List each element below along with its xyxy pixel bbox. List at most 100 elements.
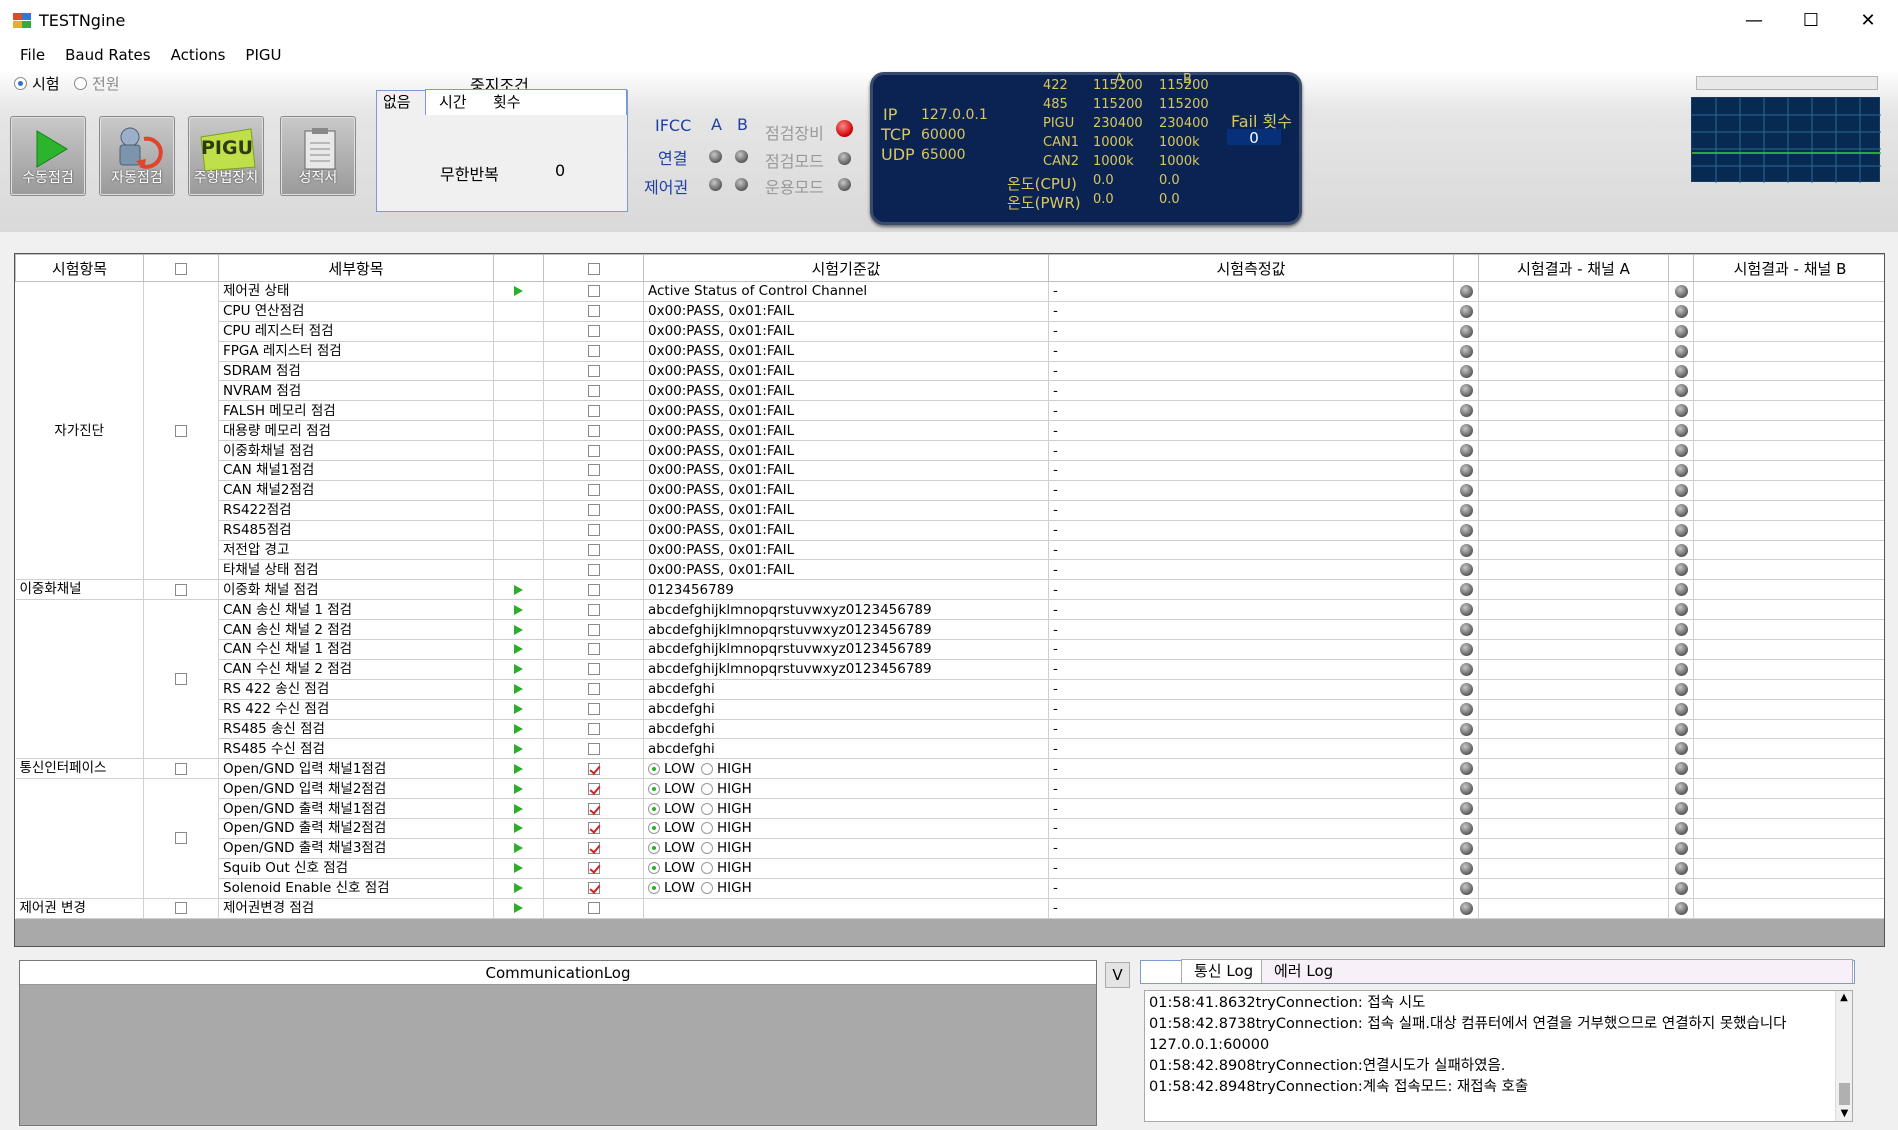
table-row[interactable]: Open/GND 입력 채널2점검 LOW HIGH - — [15, 778, 1884, 899]
detail-checkbox[interactable] — [587, 683, 600, 696]
detail-item-cell[interactable]: 저전압 경고 — [218, 540, 494, 561]
detail-checkbox[interactable] — [587, 742, 600, 755]
table-row[interactable]: Squib Out 신호 점검 LOW HIGH - — [16, 858, 1884, 879]
detail-item-cell[interactable]: CAN 채널2점검 — [218, 480, 494, 501]
run-test-icon[interactable] — [514, 624, 523, 635]
menu-actions[interactable]: Actions — [161, 46, 236, 64]
header-detail-item[interactable]: 세부항목 — [218, 254, 494, 282]
table-row[interactable]: 통신인터페이스 Open/GND 입력 채널1점검 LOW HIGH - — [15, 758, 1884, 780]
run-test-icon[interactable] — [514, 843, 523, 854]
table-row[interactable]: 저전압 경고 0x00:PASS, 0x01:FAIL - — [16, 540, 1884, 561]
detail-item-cell[interactable]: FALSH 메모리 점검 — [218, 400, 494, 422]
table-row[interactable]: NVRAM 점검 0x00:PASS, 0x01:FAIL - — [16, 380, 1884, 402]
auto-check-button[interactable]: 자동점검 — [99, 116, 175, 196]
scroll-up-icon[interactable]: ▲ — [1836, 991, 1852, 1005]
close-button[interactable]: ✕ — [1840, 0, 1896, 40]
run-test-icon[interactable] — [514, 684, 523, 695]
run-test-icon[interactable] — [514, 823, 523, 834]
detail-checkbox[interactable] — [587, 723, 600, 736]
run-test-icon[interactable] — [514, 724, 523, 735]
detail-checkbox[interactable] — [587, 504, 600, 517]
detail-item-cell[interactable]: 이중화채널 점검 — [218, 440, 494, 462]
table-row[interactable]: 대용량 메모리 점검 0x00:PASS, 0x01:FAIL - — [16, 420, 1884, 442]
test-item-checkbox[interactable] — [175, 583, 187, 596]
table-row[interactable]: 이중화채널 이중화 채널 점검 0123456789- — [15, 579, 1884, 601]
detail-checkbox[interactable] — [587, 842, 600, 855]
detail-checkbox[interactable] — [587, 762, 600, 775]
manual-check-button[interactable]: 수동점검 — [10, 116, 86, 196]
detail-item-cell[interactable]: 이중화 채널 점검 — [218, 579, 494, 601]
detail-item-cell[interactable]: 제어권 상태 — [218, 281, 494, 302]
report-button[interactable]: 성적서 — [280, 116, 356, 196]
menu-pigu[interactable]: PIGU — [235, 46, 291, 64]
detail-item-cell[interactable]: Open/GND 입력 채널2점검 — [218, 778, 494, 800]
detail-item-cell[interactable]: Solenoid Enable 신호 점검 — [218, 878, 494, 899]
high-radio[interactable] — [701, 782, 714, 795]
low-radio[interactable] — [648, 782, 660, 795]
test-item-cell[interactable] — [15, 778, 144, 899]
detail-item-cell[interactable]: 제어권변경 점검 — [218, 898, 494, 919]
run-test-icon[interactable] — [514, 286, 523, 297]
table-row[interactable]: Open/GND 출력 채널1점검 LOW HIGH - — [16, 798, 1884, 820]
header-result-a[interactable]: 시험결과 - 채널 A — [1478, 254, 1669, 282]
table-row[interactable]: RS 422 수신 점검 abcdefghi - — [16, 699, 1884, 720]
table-row[interactable]: RS422점검 0x00:PASS, 0x01:FAIL - — [16, 500, 1884, 521]
header-test-item[interactable]: 시험항목 — [15, 254, 144, 282]
run-test-icon[interactable] — [514, 704, 523, 715]
detail-item-cell[interactable]: RS485 수신 점검 — [218, 738, 494, 760]
detail-item-cell[interactable]: SDRAM 점검 — [218, 361, 494, 382]
low-radio[interactable] — [648, 822, 660, 835]
detail-item-cell[interactable]: CPU 레지스터 점검 — [218, 321, 494, 342]
pigu-button[interactable]: PIGU 주항법장치 — [188, 116, 264, 196]
test-item-checkbox[interactable] — [175, 902, 187, 915]
detail-checkbox[interactable] — [587, 365, 600, 377]
table-row[interactable]: Solenoid Enable 신호 점검 LOW HIGH - — [16, 878, 1884, 899]
run-test-icon[interactable] — [514, 664, 523, 675]
header-standard-value[interactable]: 시험기준값 — [643, 254, 1049, 282]
table-row[interactable]: CAN 송신 채널 1 점검 abcdefghijklmnopqrstuvwxyz… — [15, 599, 1884, 760]
run-test-icon[interactable] — [514, 743, 523, 754]
detail-checkbox[interactable] — [587, 345, 600, 358]
test-item-checkbox[interactable] — [175, 424, 187, 437]
mode-power-radio[interactable]: 전원 — [74, 73, 120, 94]
table-row[interactable]: Open/GND 출력 채널3점검 LOW HIGH - — [16, 838, 1884, 859]
detail-item-cell[interactable]: RS422점검 — [218, 500, 494, 521]
stop-tab-none[interactable]: 없음 — [383, 91, 411, 112]
detail-checkbox[interactable] — [587, 643, 600, 656]
log-scrollbar[interactable]: ▲ ▼ — [1835, 991, 1852, 1121]
detail-checkbox[interactable] — [587, 623, 600, 636]
run-test-icon[interactable] — [514, 763, 523, 774]
menu-file[interactable]: File — [10, 46, 55, 64]
table-row[interactable]: Open/GND 출력 채널2점검 LOW HIGH - — [16, 818, 1884, 839]
detail-item-cell[interactable]: 대용량 메모리 점검 — [218, 420, 494, 442]
detail-checkbox[interactable] — [587, 285, 600, 298]
detail-checkbox[interactable] — [587, 603, 600, 616]
detail-item-cell[interactable]: Open/GND 출력 채널1점검 — [218, 798, 494, 820]
select-all-checkbox[interactable] — [175, 262, 187, 275]
detail-item-cell[interactable]: RS 422 송신 점검 — [218, 679, 494, 700]
table-row[interactable]: CAN 수신 채널 1 점검 abcdefghijklmnopqrstuvwxyz… — [16, 639, 1884, 660]
maximize-button[interactable]: ☐ — [1783, 0, 1839, 40]
detail-checkbox[interactable] — [587, 802, 600, 815]
tab-comm-log[interactable]: 통신 Log — [1181, 959, 1267, 983]
stop-tab-time[interactable]: 시간 — [439, 91, 467, 112]
detail-checkbox[interactable] — [587, 882, 600, 895]
table-row[interactable]: RS485 송신 점검 abcdefghi - — [16, 719, 1884, 740]
detail-item-cell[interactable]: CPU 연산점검 — [218, 301, 494, 322]
high-radio[interactable] — [701, 842, 714, 855]
detail-checkbox[interactable] — [587, 325, 600, 338]
detail-checkbox[interactable] — [587, 663, 600, 676]
table-row[interactable]: 제어권 변경 제어권변경 점검 - — [15, 898, 1884, 919]
table-row[interactable]: FPGA 레지스터 점검 0x00:PASS, 0x01:FAIL - — [16, 341, 1884, 362]
detail-item-cell[interactable]: RS 422 수신 점검 — [218, 699, 494, 720]
detail-item-cell[interactable]: NVRAM 점검 — [218, 380, 494, 402]
detail-checkbox[interactable] — [587, 384, 600, 397]
run-test-icon[interactable] — [514, 644, 523, 655]
table-row[interactable]: 타채널 상태 점검 0x00:PASS, 0x01:FAIL - — [16, 559, 1884, 581]
tab-error-log[interactable]: 에러 Log — [1261, 959, 1853, 983]
detail-checkbox[interactable] — [587, 524, 600, 537]
detail-item-cell[interactable]: CAN 수신 채널 2 점검 — [218, 659, 494, 680]
detail-checkbox[interactable] — [587, 484, 600, 497]
test-item-checkbox[interactable] — [175, 673, 187, 686]
test-item-cell[interactable]: 통신인터페이스 — [15, 758, 144, 780]
